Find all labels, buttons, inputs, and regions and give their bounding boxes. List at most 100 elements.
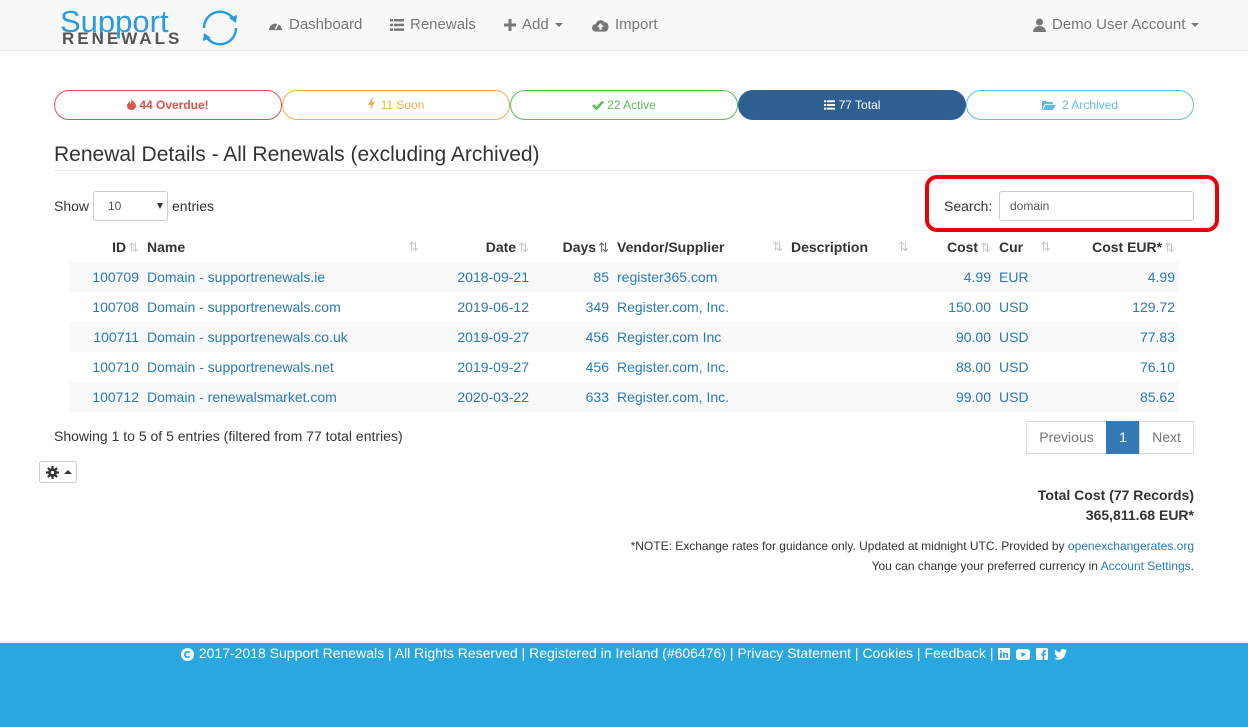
cell-id[interactable]: 100711: [69, 322, 143, 352]
cookies-link[interactable]: Cookies: [862, 645, 913, 661]
cell-date[interactable]: 2018-09-21: [423, 262, 533, 292]
totals-block: Total Cost (77 Records) 365,811.68 EUR*: [1038, 485, 1194, 525]
nav-add-dropdown[interactable]: Add: [504, 0, 563, 50]
cell-currency[interactable]: USD: [995, 292, 1065, 322]
column-header-days-label: Days: [562, 238, 597, 255]
cell-vendor[interactable]: Register.com, Inc.: [613, 352, 787, 382]
cell-id[interactable]: 100710: [69, 352, 143, 382]
column-header-name[interactable]: Name ⇅: [143, 232, 423, 262]
cell-cost-eur[interactable]: 77.83: [1065, 322, 1179, 352]
feedback-link[interactable]: Feedback: [924, 645, 985, 661]
column-header-cost-label: Cost: [946, 238, 979, 255]
cell-name[interactable]: Domain - renewalsmarket.com: [143, 382, 423, 412]
column-header-vendor[interactable]: Vendor/Supplier ⇅: [613, 232, 787, 262]
cell-currency[interactable]: USD: [995, 322, 1065, 352]
column-header-cost-eur[interactable]: Cost EUR* ⇅: [1065, 232, 1179, 262]
cell-cost[interactable]: 90.00: [913, 322, 995, 352]
column-header-cost[interactable]: Cost ⇅: [913, 232, 995, 262]
column-header-description[interactable]: Description ⇅: [787, 232, 913, 262]
nav-import[interactable]: Import: [592, 0, 658, 50]
column-header-days[interactable]: Days ⇅: [533, 232, 613, 262]
tab-soon[interactable]: 11 Soon: [282, 90, 510, 120]
column-header-currency[interactable]: Cur ⇅: [995, 232, 1065, 262]
cell-description[interactable]: [787, 382, 913, 412]
column-header-cost-eur-label: Cost EUR*: [1092, 238, 1163, 255]
navbar: Support RENEWALS Dashboard Renewals Add …: [0, 0, 1248, 51]
entries-per-page-select[interactable]: 10: [93, 191, 168, 221]
cell-id[interactable]: 100712: [69, 382, 143, 412]
tab-total[interactable]: 77 Total: [738, 90, 966, 120]
cell-id[interactable]: 100709: [69, 262, 143, 292]
table-settings-button[interactable]: [39, 461, 77, 483]
nav-account-dropdown[interactable]: Demo User Account: [1033, 0, 1200, 50]
nav-dashboard[interactable]: Dashboard: [268, 0, 362, 50]
search-input[interactable]: domain: [999, 191, 1194, 221]
pagination-next[interactable]: Next: [1139, 421, 1194, 454]
youtube-icon[interactable]: [1016, 648, 1031, 660]
chevron-up-icon: [64, 470, 72, 474]
cell-cost[interactable]: 88.00: [913, 352, 995, 382]
column-header-currency-label: Cur: [999, 239, 1024, 255]
cell-cost-eur[interactable]: 76.10: [1065, 352, 1179, 382]
cell-description[interactable]: [787, 262, 913, 292]
cell-days[interactable]: 633: [533, 382, 613, 412]
cell-vendor[interactable]: register365.com: [613, 262, 787, 292]
tab-archived[interactable]: 2 Archived: [966, 90, 1194, 120]
cell-date[interactable]: 2020-03-22: [423, 382, 533, 412]
cell-days[interactable]: 85: [533, 262, 613, 292]
tab-soon-label: 11 Soon: [380, 98, 425, 112]
cell-name[interactable]: Domain - supportrenewals.com: [143, 292, 423, 322]
column-header-date[interactable]: Date ⇅: [423, 232, 533, 262]
cell-name[interactable]: Domain - supportrenewals.ie: [143, 262, 423, 292]
page-title: Renewal Details - All Renewals (excludin…: [54, 143, 540, 166]
cell-currency[interactable]: USD: [995, 382, 1065, 412]
cell-date[interactable]: 2019-06-12: [423, 292, 533, 322]
cell-cost-eur[interactable]: 85.62: [1065, 382, 1179, 412]
facebook-icon[interactable]: [1036, 648, 1049, 661]
privacy-statement-link[interactable]: Privacy Statement: [737, 645, 851, 661]
cell-cost-eur[interactable]: 4.99: [1065, 262, 1179, 292]
openexchangerates-link[interactable]: openexchangerates.org: [1068, 539, 1194, 553]
nav-renewals[interactable]: Renewals: [390, 0, 476, 50]
twitter-icon[interactable]: [1054, 648, 1068, 660]
list-icon: [823, 100, 835, 110]
cell-currency[interactable]: EUR: [995, 262, 1065, 292]
pagination-page-1[interactable]: 1: [1106, 421, 1140, 454]
tab-overdue[interactable]: 44 Overdue!: [54, 90, 282, 120]
cell-vendor[interactable]: Register.com Inc: [613, 322, 787, 352]
brand-line2: RENEWALS: [62, 29, 183, 48]
tab-archived-label: 2 Archived: [1061, 98, 1119, 112]
cell-cost[interactable]: 4.99: [913, 262, 995, 292]
cell-name[interactable]: Domain - supportrenewals.net: [143, 352, 423, 382]
cell-cost[interactable]: 150.00: [913, 292, 995, 322]
cell-description[interactable]: [787, 292, 913, 322]
nav-import-label: Import: [615, 16, 658, 33]
cell-id[interactable]: 100708: [69, 292, 143, 322]
sort-ascending-icon: ⇅: [598, 239, 609, 255]
tab-active[interactable]: 22 Active: [510, 90, 738, 120]
sort-icon: ⇅: [518, 239, 529, 255]
check-icon: [592, 100, 605, 111]
linkedin-icon[interactable]: [998, 648, 1011, 661]
cell-vendor[interactable]: Register.com, Inc.: [613, 382, 787, 412]
cell-vendor[interactable]: Register.com, Inc.: [613, 292, 787, 322]
cell-description[interactable]: [787, 352, 913, 382]
cell-days[interactable]: 456: [533, 322, 613, 352]
cell-cost[interactable]: 99.00: [913, 382, 995, 412]
cell-name[interactable]: Domain - supportrenewals.co.uk: [143, 322, 423, 352]
footer: 2017-2018 Support Renewals | All Rights …: [0, 643, 1248, 727]
fire-icon: [127, 99, 137, 110]
cell-days[interactable]: 349: [533, 292, 613, 322]
pagination-previous[interactable]: Previous: [1026, 421, 1107, 454]
cell-days[interactable]: 456: [533, 352, 613, 382]
cell-date[interactable]: 2019-09-27: [423, 352, 533, 382]
cell-cost-eur[interactable]: 129.72: [1065, 292, 1179, 322]
show-label: Show: [54, 198, 90, 214]
cell-currency[interactable]: USD: [995, 352, 1065, 382]
cell-description[interactable]: [787, 322, 913, 352]
brand-logo[interactable]: Support RENEWALS: [60, 6, 245, 48]
cell-date[interactable]: 2019-09-27: [423, 322, 533, 352]
column-header-id[interactable]: ID ⇅: [69, 232, 143, 262]
account-settings-link[interactable]: Account Settings: [1101, 559, 1191, 573]
plus-icon: [504, 19, 516, 32]
